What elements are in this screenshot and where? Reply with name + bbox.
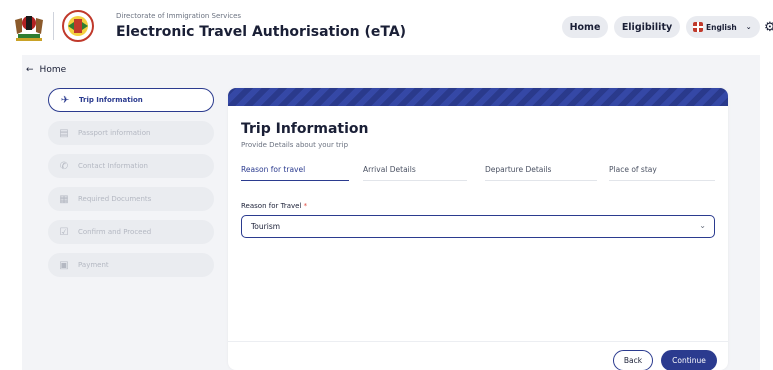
sidebar-item-contact-information[interactable]: ✆ Contact Information <box>48 154 214 178</box>
card-subtitle: Provide Details about your trip <box>241 141 349 149</box>
tab-reason-for-travel[interactable]: Reason for travel <box>241 165 349 181</box>
top-header: Directorate of Immigration Services Elec… <box>0 0 773 55</box>
sidebar-item-payment[interactable]: ▣ Payment <box>48 253 214 277</box>
phone-icon: ✆ <box>59 160 69 172</box>
field-label-text: Reason for Travel <box>241 202 302 210</box>
sidebar-item-label: Required Documents <box>78 195 152 203</box>
language-selector[interactable]: English ⌄ <box>686 16 760 38</box>
gear-icon[interactable]: ⚙ <box>764 20 773 35</box>
flag-icon <box>693 22 703 32</box>
arrow-left-icon: ← <box>26 65 34 75</box>
required-marker: * <box>303 202 308 210</box>
tab-arrival-details[interactable]: Arrival Details <box>363 165 467 181</box>
card-title: Trip Information <box>241 121 369 137</box>
home-nav-button[interactable]: Home <box>562 16 608 38</box>
wallet-icon: ▣ <box>59 259 69 271</box>
chevron-down-icon: ⌄ <box>745 23 752 31</box>
logo-divider <box>53 12 54 40</box>
back-button[interactable]: Back <box>613 350 653 370</box>
sidebar-item-confirm-and-proceed[interactable]: ☑ Confirm and Proceed <box>48 220 214 244</box>
chevron-down-icon: ⌄ <box>699 221 706 230</box>
trip-information-card: Trip Information Provide Details about y… <box>228 88 728 370</box>
header-title: Electronic Travel Authorisation (eTA) <box>116 24 407 40</box>
sidebar-item-label: Contact Information <box>78 162 148 170</box>
immigration-emblem-logo <box>62 10 94 42</box>
reason-for-travel-select[interactable]: Tourism ⌄ <box>241 215 715 238</box>
checkbox-icon: ☑ <box>59 226 69 238</box>
tab-place-of-stay[interactable]: Place of stay <box>609 165 715 181</box>
sidebar-item-trip-information[interactable]: ✈ Trip Information <box>48 88 214 112</box>
sidebar-item-label: Trip Information <box>79 96 143 104</box>
back-home-link[interactable]: ← Home <box>26 65 66 75</box>
card-footer-divider <box>228 341 728 342</box>
continue-button[interactable]: Continue <box>661 350 717 370</box>
tab-departure-details[interactable]: Departure Details <box>485 165 597 181</box>
reason-for-travel-label: Reason for Travel * <box>241 202 307 210</box>
select-value: Tourism <box>251 222 281 231</box>
coat-of-arms-logo <box>15 16 43 41</box>
passport-icon: ▤ <box>59 127 69 139</box>
sidebar-item-label: Passport information <box>78 129 151 137</box>
back-home-label: Home <box>39 65 67 75</box>
sidebar-item-required-documents[interactable]: ▦ Required Documents <box>48 187 214 211</box>
eligibility-nav-button[interactable]: Eligibility <box>614 16 680 38</box>
sidebar-item-passport-information[interactable]: ▤ Passport information <box>48 121 214 145</box>
document-icon: ▦ <box>59 193 69 205</box>
sidebar-item-label: Confirm and Proceed <box>78 228 152 236</box>
card-banner <box>228 88 728 106</box>
plane-icon: ✈ <box>60 94 70 106</box>
header-subtitle: Directorate of Immigration Services <box>116 12 242 20</box>
language-label: English <box>706 22 737 32</box>
sidebar-item-label: Payment <box>78 261 109 269</box>
